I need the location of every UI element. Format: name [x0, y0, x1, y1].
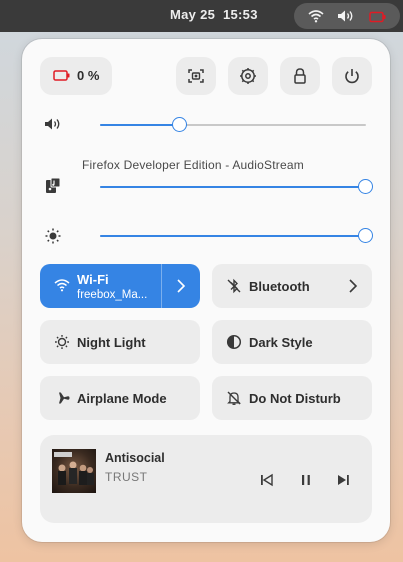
brightness-slider[interactable] — [100, 228, 373, 243]
clock[interactable]: May 25 15:53 — [170, 7, 258, 22]
chevron-right-icon — [177, 279, 186, 293]
wifi-tile-label: Wi-Fi — [77, 272, 109, 287]
bluetooth-disabled-icon — [226, 278, 242, 299]
power-button[interactable] — [332, 57, 372, 95]
skip-previous-icon — [261, 473, 273, 487]
track-artist: TRUST — [105, 470, 148, 484]
volume-slider-row — [40, 113, 372, 137]
dark-style-icon — [226, 334, 242, 355]
do-not-disturb-tile-label: Do Not Disturb — [249, 391, 341, 406]
battery-icon — [369, 10, 387, 28]
app-stream-slider-knob[interactable] — [358, 179, 373, 194]
dark-style-tile-label: Dark Style — [249, 335, 313, 350]
app-stream-slider-row — [40, 175, 373, 200]
battery-percentage: 0 % — [77, 68, 100, 83]
night-light-icon — [54, 334, 70, 355]
airplane-mode-tile-label: Airplane Mode — [77, 391, 167, 406]
night-light-tile-label: Night Light — [77, 335, 146, 350]
bluetooth-tile[interactable]: Bluetooth — [212, 264, 372, 308]
next-track-button[interactable] — [335, 473, 355, 491]
app-stream-slider[interactable] — [100, 179, 373, 194]
airplane-icon — [54, 390, 70, 411]
brightness-slider-knob[interactable] — [358, 228, 373, 243]
power-icon — [343, 67, 361, 90]
volume-slider-knob[interactable] — [171, 117, 187, 132]
previous-track-button[interactable] — [259, 473, 279, 491]
settings-icon — [239, 67, 257, 90]
do-not-disturb-tile[interactable]: Do Not Disturb — [212, 376, 372, 420]
media-player: Antisocial TRUST — [40, 435, 372, 523]
volume-icon — [337, 9, 355, 28]
album-art[interactable] — [52, 449, 96, 493]
top-bar: May 25 15:53 — [0, 0, 403, 32]
night-light-tile[interactable]: Night Light — [40, 320, 200, 364]
wifi-icon — [54, 278, 70, 297]
brightness-slider-fill — [100, 235, 366, 237]
volume-slider-fill — [100, 124, 180, 126]
battery-low-icon — [53, 69, 71, 87]
track-title: Antisocial — [105, 451, 165, 465]
screenshot-icon — [187, 67, 205, 90]
pause-icon — [302, 475, 310, 485]
wifi-tile[interactable]: Wi-Fi freebox_Ma... — [40, 264, 200, 308]
volume-icon[interactable] — [44, 117, 62, 136]
app-audio-icon — [44, 177, 62, 200]
wifi-icon — [308, 9, 324, 28]
brightness-slider-row — [40, 224, 373, 250]
bluetooth-tile-label: Bluetooth — [249, 279, 310, 294]
wifi-network-name: freebox_Ma... — [77, 289, 148, 301]
app-stream-label: Firefox Developer Edition - AudioStream — [82, 158, 304, 172]
brightness-icon — [44, 227, 62, 250]
dark-style-tile[interactable]: Dark Style — [212, 320, 372, 364]
lock-icon — [291, 67, 309, 90]
lock-button[interactable] — [280, 57, 320, 95]
screenshot-button[interactable] — [176, 57, 216, 95]
quick-settings-panel: 0 % Firefox Developer Edition - AudioStr… — [22, 39, 390, 542]
app-stream-slider-fill — [100, 186, 366, 188]
volume-slider[interactable] — [100, 117, 366, 132]
notifications-disabled-icon — [226, 390, 242, 411]
skip-next-icon — [338, 475, 349, 485]
wifi-menu-button[interactable] — [161, 264, 200, 308]
airplane-mode-tile[interactable]: Airplane Mode — [40, 376, 200, 420]
battery-button[interactable]: 0 % — [40, 57, 112, 95]
settings-button[interactable] — [228, 57, 268, 95]
system-menu-button[interactable] — [294, 3, 400, 29]
bluetooth-menu-button[interactable] — [334, 264, 372, 308]
chevron-right-icon — [349, 279, 358, 293]
pause-button[interactable] — [298, 473, 318, 491]
